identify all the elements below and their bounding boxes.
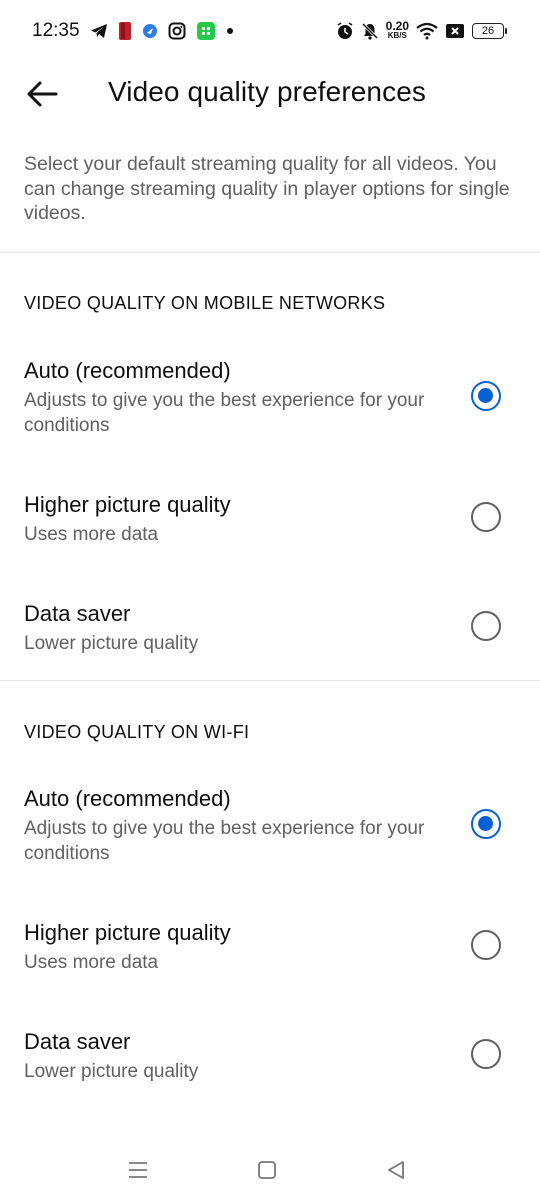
instagram-icon: [168, 22, 186, 40]
option-mobile-auto[interactable]: Auto (recommended) Adjusts to give you t…: [0, 340, 540, 452]
option-subtitle: Lower picture quality: [24, 1061, 199, 1082]
option-wifi-auto[interactable]: Auto (recommended) Adjusts to give you t…: [0, 768, 540, 880]
back-button[interactable]: [22, 74, 62, 114]
option-subtitle: Lower picture quality: [24, 633, 199, 654]
nav-back-button[interactable]: [380, 1154, 412, 1186]
option-subtitle: Adjusts to give you the best experience …: [24, 818, 425, 864]
option-mobile-data-saver[interactable]: Data saver Lower picture quality: [0, 581, 540, 677]
app-green-icon: [197, 22, 215, 40]
recents-button[interactable]: [122, 1154, 154, 1186]
divider: [0, 252, 540, 253]
option-subtitle: Adjusts to give you the best experience …: [24, 390, 425, 436]
radio-button[interactable]: [471, 1039, 501, 1069]
menu-icon: [129, 1162, 147, 1178]
dot-icon: [227, 28, 233, 34]
network-speed-value: 0.20: [385, 19, 409, 33]
option-title: Data saver: [24, 1029, 131, 1054]
battery-level: 26: [481, 25, 495, 37]
alarm-icon: [337, 22, 353, 39]
page-title: Video quality preferences: [108, 76, 426, 107]
option-title: Auto (recommended): [24, 358, 231, 383]
radio-button-selected[interactable]: [471, 809, 501, 839]
option-title: Data saver: [24, 601, 131, 626]
arrow-left-icon: [27, 81, 58, 107]
home-icon: [258, 1161, 276, 1179]
option-subtitle: Uses more data: [24, 952, 159, 973]
system-nav-bar: [0, 1140, 540, 1200]
system-status-icons: 0.20 KB/S 26: [336, 18, 507, 44]
option-title: Higher picture quality: [24, 492, 231, 517]
home-button[interactable]: [251, 1154, 283, 1186]
radio-button[interactable]: [471, 502, 501, 532]
status-time: 12:35: [32, 20, 80, 41]
divider: [0, 680, 540, 681]
option-title: Auto (recommended): [24, 786, 231, 811]
page-description: Select your default streaming quality fo…: [24, 153, 510, 224]
option-title: Higher picture quality: [24, 920, 231, 945]
sim-x-icon: [446, 24, 464, 38]
back-triangle-icon: [388, 1161, 404, 1179]
radio-button[interactable]: [471, 611, 501, 641]
notification-icons: [90, 20, 234, 42]
section-heading-wifi: VIDEO QUALITY ON WI-FI: [24, 722, 250, 742]
mute-bell-icon: [361, 22, 378, 40]
section-heading-mobile: VIDEO QUALITY ON MOBILE NETWORKS: [24, 293, 386, 313]
app-blue-icon: [143, 24, 157, 38]
network-speed-unit: KB/S: [387, 31, 407, 40]
radio-button[interactable]: [471, 930, 501, 960]
battery-icon: 26: [472, 23, 507, 39]
app-header: Video quality preferences: [0, 62, 540, 124]
app-red-icon: [119, 22, 131, 40]
option-wifi-higher-quality[interactable]: Higher picture quality Uses more data: [0, 900, 540, 996]
radio-button-selected[interactable]: [471, 381, 501, 411]
option-mobile-higher-quality[interactable]: Higher picture quality Uses more data: [0, 472, 540, 568]
telegram-icon: [91, 24, 107, 38]
option-wifi-data-saver[interactable]: Data saver Lower picture quality: [0, 1009, 540, 1105]
option-subtitle: Uses more data: [24, 524, 159, 545]
wifi-icon: [416, 22, 438, 40]
network-speed: 0.20 KB/S: [385, 19, 409, 41]
status-bar: 12:35 0.20 KB/S 26: [0, 0, 540, 62]
